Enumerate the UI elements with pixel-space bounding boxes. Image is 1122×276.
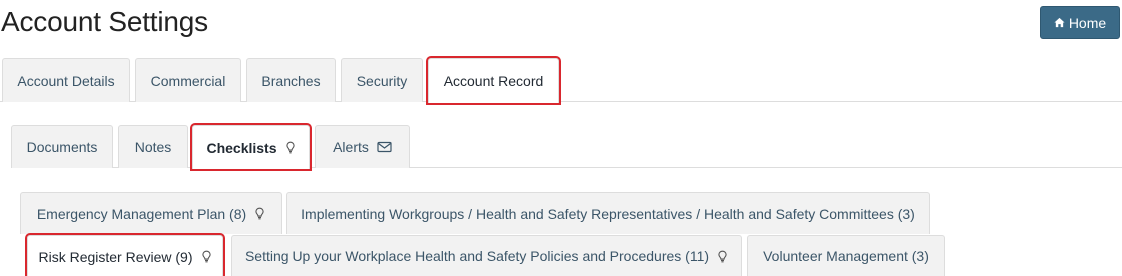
tab-label: Commercial [150, 72, 226, 89]
tab-volunteer-management[interactable]: Volunteer Management (3) [747, 235, 945, 276]
home-button-label: Home [1068, 14, 1107, 31]
tab-notes[interactable]: Notes [118, 125, 188, 168]
tab-label: Alerts [333, 139, 369, 155]
tab-alerts[interactable]: Alerts [315, 125, 410, 168]
checklist-tab-bar: Emergency Management Plan (8) Implementi… [0, 192, 1122, 234]
tab-label: Implementing Workgroups / Health and Saf… [301, 205, 915, 222]
tab-risk-register-review[interactable]: Risk Register Review (9) [25, 233, 225, 276]
tab-setting-up-workplace-policies[interactable]: Setting Up your Workplace Health and Saf… [231, 235, 742, 276]
tab-label: Branches [261, 72, 321, 89]
checklist-tab-bar-row-2: Risk Register Review (9) Setting Up your… [0, 233, 1122, 276]
tab-account-record[interactable]: Account Record [426, 56, 561, 105]
lightbulb-icon [285, 141, 296, 154]
tab-checklists[interactable]: Checklists [190, 123, 312, 171]
tab-emergency-management-plan[interactable]: Emergency Management Plan (8) [20, 192, 282, 234]
tab-implementing-workgroups[interactable]: Implementing Workgroups / Health and Saf… [286, 192, 930, 234]
tab-documents[interactable]: Documents [11, 125, 113, 168]
tab-label: Account Record [443, 73, 544, 89]
lightbulb-icon [201, 250, 212, 263]
tab-label: Notes [134, 139, 172, 155]
tab-label: Emergency Management Plan (8) [36, 205, 247, 222]
main-tab-bar: Account Details Commercial Branches Secu… [0, 56, 1122, 105]
home-icon [1054, 16, 1065, 29]
tab-label: Volunteer Management (3) [763, 248, 929, 264]
tab-label: Account Details [17, 72, 115, 89]
tab-label: Security [356, 72, 408, 89]
record-tab-bar: Documents Notes Checklists Alerts [0, 123, 1122, 171]
tab-branches[interactable]: Branches [246, 58, 336, 102]
tab-security[interactable]: Security [341, 58, 423, 102]
tab-label: Checklists [206, 139, 277, 156]
envelope-icon [377, 141, 392, 153]
page-title: Account Settings [1, 6, 208, 37]
tab-label: Documents [26, 139, 98, 155]
tab-commercial[interactable]: Commercial [135, 58, 241, 102]
tab-label: Setting Up your Workplace Health and Saf… [244, 248, 710, 264]
lightbulb-icon [254, 207, 265, 220]
home-button[interactable]: Home [1040, 6, 1120, 39]
tab-account-details[interactable]: Account Details [2, 58, 130, 102]
lightbulb-icon [717, 250, 728, 263]
tab-label: Risk Register Review (9) [38, 248, 193, 265]
